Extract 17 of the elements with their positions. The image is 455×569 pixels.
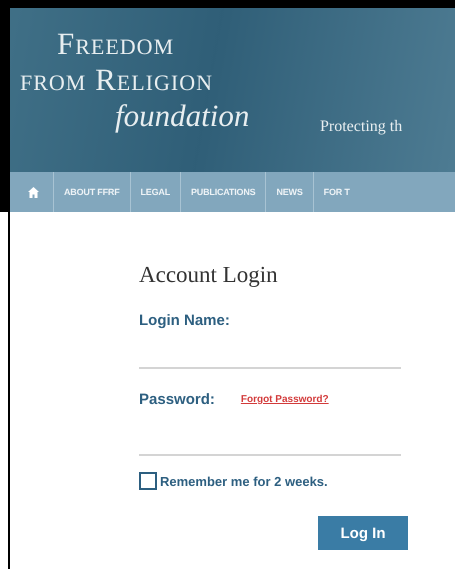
- nav-link[interactable]: ABOUT FFRF: [53, 172, 130, 212]
- logo-text: foundation: [114, 98, 250, 134]
- checkbox[interactable]: [139, 472, 157, 490]
- logo-text: from Religion: [20, 62, 214, 98]
- checkbox-label: Remember me for 2 weeks.: [160, 474, 328, 488]
- logo-text: Freedom: [56, 26, 176, 62]
- log-in-button[interactable]: Log In: [318, 516, 408, 550]
- nav-link[interactable]: FOR T: [312, 172, 360, 212]
- nav-link[interactable]: PUBLICATIONS: [180, 172, 266, 212]
- forgot-password-link[interactable]: Forgot Password?: [240, 394, 329, 405]
- page-title: Account Login: [139, 262, 279, 288]
- field-label: Login Name:: [139, 312, 231, 329]
- field-label: Password:: [139, 391, 215, 408]
- nav-link[interactable]: LEGAL: [130, 172, 180, 212]
- home-icon[interactable]: [28, 186, 39, 198]
- nav-link[interactable]: NEWS: [265, 172, 313, 212]
- tagline: Protecting th: [320, 118, 402, 136]
